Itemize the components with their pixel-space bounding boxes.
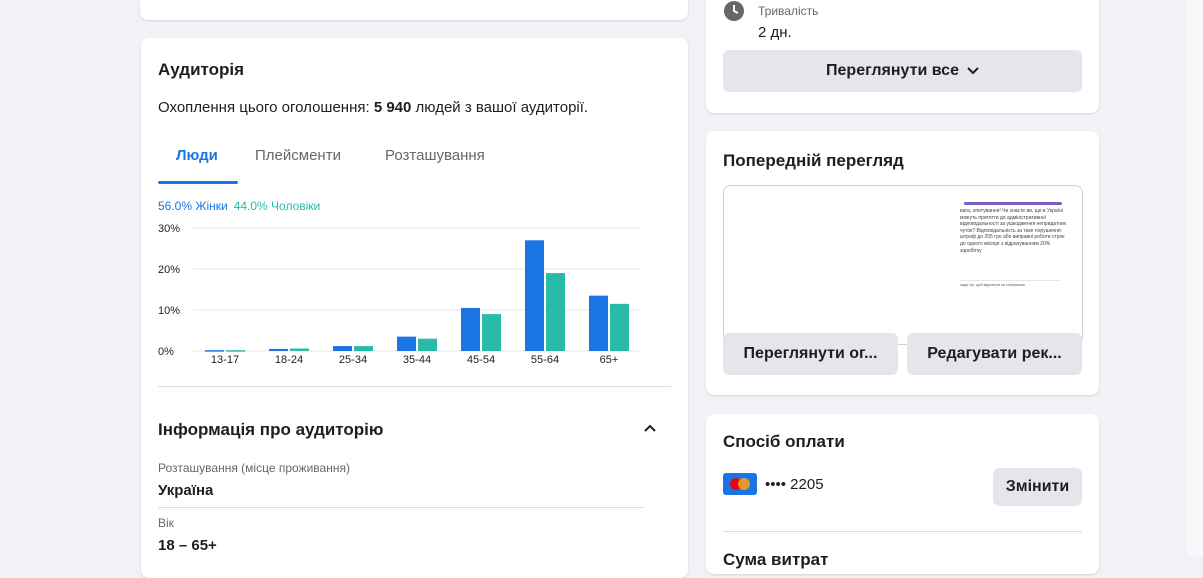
x-tick-label: 65+: [600, 354, 619, 366]
bar-women-45-54[interactable]: [461, 307, 480, 351]
bar-women-35-44[interactable]: [397, 336, 416, 351]
reach-text: Охоплення цього оголошення: 5 940 людей …: [158, 99, 588, 116]
bar-men-13-17[interactable]: [226, 350, 245, 352]
audience-info-title: Інформація про аудиторію: [158, 420, 384, 439]
location-label: Розташування (місце проживання): [158, 461, 350, 475]
bar-women-18-24[interactable]: [269, 348, 288, 351]
x-tick-label: 13-17: [211, 354, 239, 366]
view-all-label: Переглянути все: [826, 62, 959, 79]
active-tab-indicator: [158, 181, 238, 184]
previous-card: [140, 0, 688, 20]
duration-card: Тривалість 2 дн. Переглянути все: [706, 0, 1099, 113]
chevron-down-icon: [967, 67, 979, 75]
bar-men-45-54[interactable]: [482, 314, 501, 351]
divider: [158, 507, 643, 508]
legend-men: 44.0% Чоловіки: [233, 199, 321, 213]
reach-number: 5 940: [373, 99, 412, 116]
view-all-button[interactable]: Переглянути все: [723, 50, 1082, 92]
divider: [723, 531, 1082, 532]
payment-title: Спосіб оплати: [723, 432, 845, 451]
spend-title: Сума витрат: [723, 550, 829, 569]
bar-men-18-24[interactable]: [290, 348, 309, 351]
y-tick-label: 20%: [158, 264, 180, 276]
ad-preview-thumbnail[interactable]: вага, опитування! Чи знаєте ви, що в Укр…: [723, 185, 1083, 345]
bar-men-35-44[interactable]: [418, 338, 437, 351]
bar-women-25-34[interactable]: [333, 346, 352, 351]
x-tick-label: 45-54: [467, 354, 495, 366]
payment-card: Спосіб оплати •••• 2205 Змінити Сума вит…: [706, 414, 1099, 574]
preview-divider: [960, 280, 1060, 281]
divider: [158, 386, 671, 387]
preview-title: Попередній перегляд: [723, 151, 904, 170]
preview-accent-bar: [964, 202, 1062, 205]
x-tick-label: 55-64: [531, 354, 559, 366]
tab-placements[interactable]: Плейсменти: [255, 147, 341, 164]
preview-card: Попередній перегляд вага, опитування! Чи…: [706, 131, 1099, 395]
bar-women-13-17[interactable]: [205, 350, 224, 352]
clock-icon: [724, 1, 744, 21]
card-number: •••• 2205: [765, 476, 824, 493]
bar-women-55-64[interactable]: [525, 240, 544, 351]
chevron-up-icon[interactable]: [643, 423, 657, 433]
mastercard-icon: [723, 473, 757, 495]
chart-legend: 56.0% Жінки 44.0% Чоловіки: [158, 199, 320, 213]
audience-title: Аудиторія: [158, 60, 245, 79]
view-ad-button[interactable]: Переглянути ог...: [723, 333, 898, 375]
preview-snippet: вага, опитування! Чи знаєте ви, що в Укр…: [960, 208, 1067, 254]
legend-women: 56.0% Жінки: [158, 199, 228, 213]
reach-suffix: людей з вашої аудиторії.: [411, 99, 589, 116]
y-tick-label: 10%: [158, 305, 180, 317]
x-tick-label: 35-44: [403, 354, 431, 366]
x-tick-label: 25-34: [339, 354, 367, 366]
tab-location[interactable]: Розташування: [385, 147, 485, 164]
age-gender-chart: 30% 20% 10% 0% 13-17 18-24 25-34 35-44 45-54 55-6…: [158, 223, 641, 366]
edit-ad-button[interactable]: Редагувати рек...: [907, 333, 1082, 375]
age-value: 18 – 65+: [158, 537, 217, 554]
bar-men-65+[interactable]: [610, 303, 629, 351]
bar-men-25-34[interactable]: [354, 346, 373, 351]
audience-card: Аудиторія Охоплення цього оголошення: 5 …: [141, 38, 688, 578]
duration-value: 2 дн.: [758, 24, 792, 41]
y-tick-label: 0%: [158, 346, 174, 358]
age-label: Вік: [158, 516, 174, 530]
preview-footer: сюди тут, щоб відповісти на опитування: [960, 283, 1025, 287]
y-tick-label: 30%: [158, 223, 180, 235]
x-tick-label: 18-24: [275, 354, 303, 366]
tab-people[interactable]: Люди: [176, 147, 218, 164]
page-right-edge: [1187, 0, 1203, 556]
location-value: Україна: [158, 482, 214, 499]
change-payment-button[interactable]: Змінити: [993, 468, 1082, 506]
reach-prefix: Охоплення цього оголошення:: [158, 99, 374, 116]
bar-men-55-64[interactable]: [546, 273, 565, 351]
bar-women-65+[interactable]: [589, 295, 608, 351]
duration-label: Тривалість: [758, 4, 819, 18]
